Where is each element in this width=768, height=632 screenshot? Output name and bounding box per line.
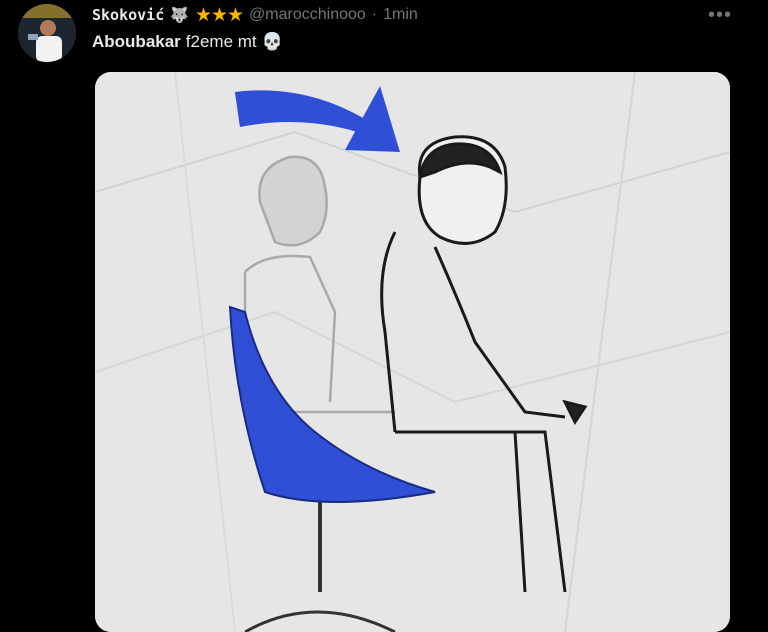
- tweet[interactable]: Skoković 🐺 ★★★ @marocchinooo · 1min ••• …: [0, 0, 768, 632]
- skull-emoji-icon: 💀: [261, 32, 283, 51]
- tweet-header: Skoković 🐺 ★★★ @marocchinooo · 1min: [92, 4, 418, 26]
- timestamp[interactable]: 1min: [383, 6, 418, 24]
- wolf-emoji-icon: 🐺: [170, 7, 189, 24]
- avatar[interactable]: [18, 4, 76, 62]
- separator-dot: ·: [371, 6, 378, 23]
- meme-drawing-image: [95, 72, 730, 632]
- display-name[interactable]: Skoković: [92, 6, 164, 24]
- tweet-text: Aboubakar f2eme mt 💀: [92, 32, 283, 52]
- more-horizontal-icon[interactable]: •••: [708, 4, 732, 27]
- stars-badge: ★★★: [194, 4, 244, 26]
- handle[interactable]: @marocchinooo: [249, 6, 366, 24]
- tweet-media-image[interactable]: [95, 72, 730, 632]
- tweet-text-body: f2eme mt: [185, 32, 257, 51]
- tweet-text-mention: Aboubakar: [92, 32, 181, 51]
